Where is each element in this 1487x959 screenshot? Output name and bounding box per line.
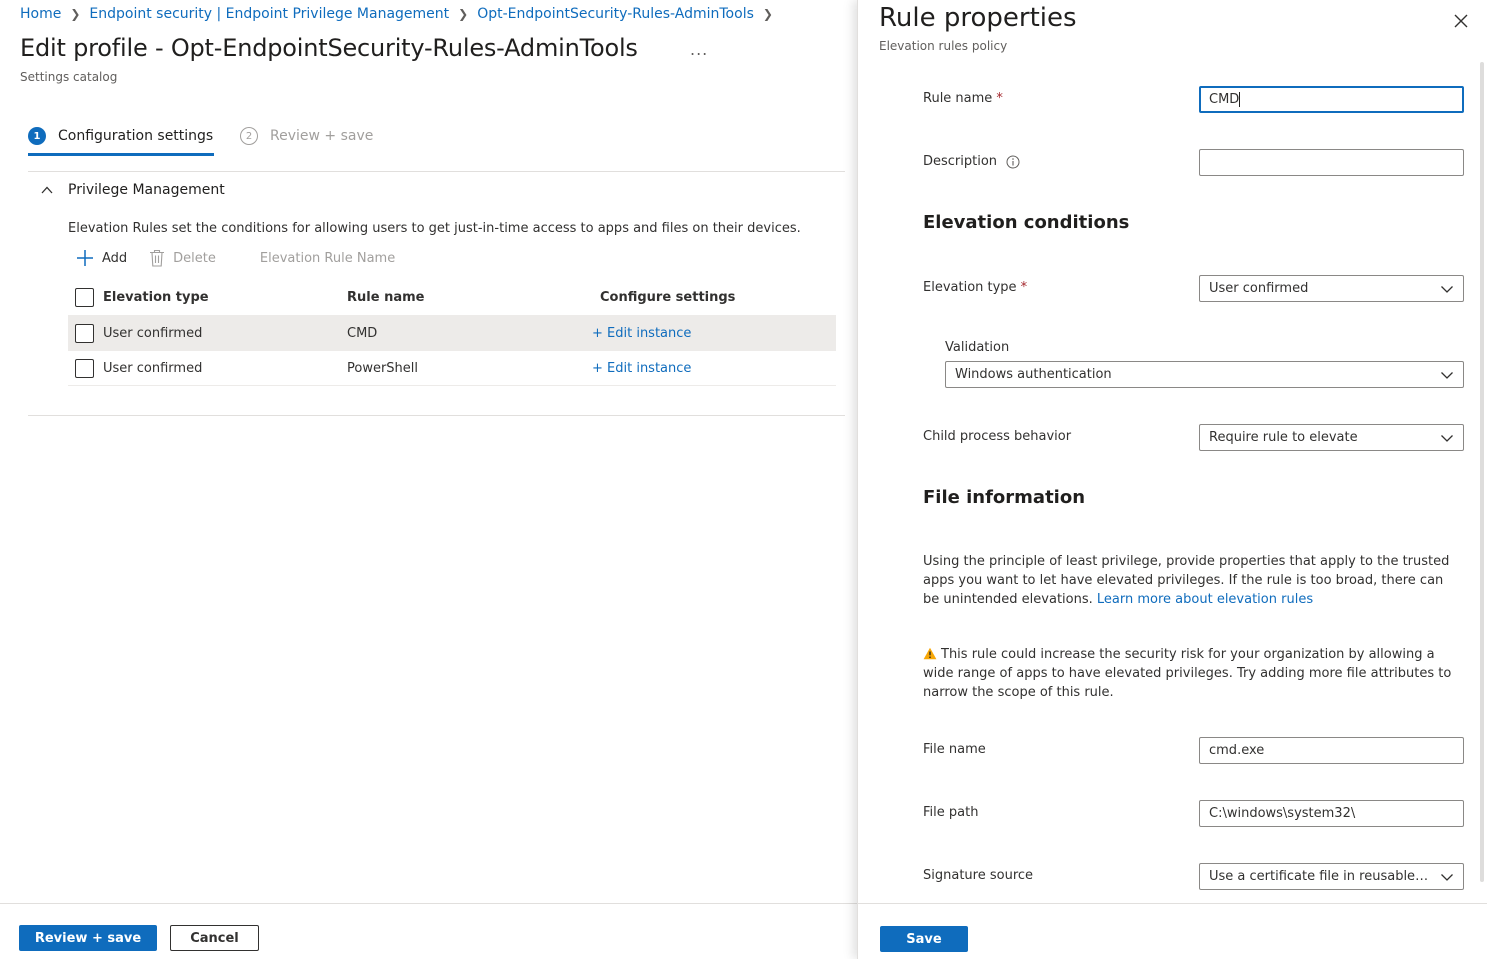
step-number-1: 1 xyxy=(28,127,46,145)
step-configuration-settings[interactable]: 1 Configuration settings xyxy=(28,127,213,145)
child-process-label: Child process behavior xyxy=(923,429,1072,444)
elevation-type-label-text: Elevation type xyxy=(923,280,1017,295)
breadcrumb-profile[interactable]: Opt-EndpointSecurity-Rules-AdminTools xyxy=(477,6,754,22)
rule-properties-panel: Rule properties Elevation rules policy R… xyxy=(857,0,1487,959)
column-header-rule-name[interactable]: Rule name xyxy=(347,290,424,305)
description-input[interactable] xyxy=(1199,149,1464,176)
rule-name-value: CMD xyxy=(1209,92,1240,107)
column-header-elevation-type[interactable]: Elevation type xyxy=(103,290,209,305)
warning-icon xyxy=(923,647,937,660)
elevation-rules-table: Elevation type Rule name Configure setti… xyxy=(68,280,836,386)
step-label: Configuration settings xyxy=(58,128,214,144)
rule-name-input[interactable]: CMD xyxy=(1199,86,1464,113)
signature-source-value: Use a certificate file in reusable s... xyxy=(1209,869,1432,884)
warning-message: This rule could increase the security ri… xyxy=(923,645,1458,702)
chevron-right-icon: ❯ xyxy=(70,7,81,21)
chevron-right-icon: ❯ xyxy=(762,7,773,21)
file-information-heading: File information xyxy=(923,487,1086,508)
elevation-type-value: User confirmed xyxy=(1209,281,1309,296)
elevation-type-dropdown[interactable]: User confirmed xyxy=(1199,275,1464,302)
search-input[interactable]: Elevation Rule Name xyxy=(260,251,395,266)
cell-rule-name: CMD xyxy=(347,325,378,341)
edit-instance-link[interactable]: + Edit instance xyxy=(592,361,691,376)
info-icon[interactable] xyxy=(1006,155,1020,169)
file-path-value: C:\windows\system32\ xyxy=(1209,806,1356,821)
validation-value: Windows authentication xyxy=(955,367,1112,382)
save-button[interactable]: Save xyxy=(880,926,968,952)
rule-name-label: Rule name * xyxy=(923,91,1003,106)
learn-more-link[interactable]: Learn more about elevation rules xyxy=(1097,592,1313,607)
more-options-button[interactable]: ... xyxy=(690,40,708,59)
panel-scrollbar[interactable] xyxy=(1480,62,1484,882)
breadcrumb-endpoint-security[interactable]: Endpoint security | Endpoint Privilege M… xyxy=(89,6,449,22)
elevation-conditions-heading: Elevation conditions xyxy=(923,212,1130,233)
cell-elevation-type: User confirmed xyxy=(103,325,203,341)
delete-label: Delete xyxy=(173,250,216,266)
edit-instance-link[interactable]: + Edit instance xyxy=(592,326,691,341)
validation-label: Validation xyxy=(945,340,1010,355)
warning-text: This rule could increase the security ri… xyxy=(923,647,1452,700)
breadcrumb: Home ❯ Endpoint security | Endpoint Priv… xyxy=(20,6,782,22)
panel-footer-divider xyxy=(858,903,1487,904)
table-row[interactable]: User confirmed CMD + Edit instance xyxy=(68,316,836,351)
delete-button[interactable]: Delete xyxy=(149,249,216,267)
file-information-text: Using the principle of least privilege, … xyxy=(923,552,1458,609)
chevron-up-icon xyxy=(41,186,53,194)
active-step-indicator xyxy=(28,153,214,156)
chevron-down-icon xyxy=(1441,873,1453,881)
chevron-down-icon xyxy=(1441,371,1453,379)
add-label: Add xyxy=(102,250,128,266)
add-button[interactable]: Add xyxy=(76,249,127,267)
file-name-label: File name xyxy=(923,742,986,757)
signature-source-label: Signature source xyxy=(923,868,1034,883)
child-process-dropdown[interactable]: Require rule to elevate xyxy=(1199,424,1464,451)
step-review-save[interactable]: 2 Review + save xyxy=(240,127,373,145)
cancel-button[interactable]: Cancel xyxy=(170,925,259,951)
chevron-down-icon xyxy=(1441,285,1453,293)
validation-dropdown[interactable]: Windows authentication xyxy=(945,361,1464,388)
section-description: Elevation Rules set the conditions for a… xyxy=(68,221,801,236)
file-name-value: cmd.exe xyxy=(1209,743,1265,758)
column-header-configure-settings: Configure settings xyxy=(600,290,736,305)
text-caret xyxy=(1239,92,1241,107)
plus-icon xyxy=(77,250,93,266)
rule-name-label-text: Rule name xyxy=(923,91,993,106)
child-process-value: Require rule to elevate xyxy=(1209,430,1358,445)
review-save-button[interactable]: Review + save xyxy=(19,925,157,951)
signature-source-dropdown[interactable]: Use a certificate file in reusable s... xyxy=(1199,863,1464,890)
file-name-input[interactable]: cmd.exe xyxy=(1199,737,1464,764)
elevation-type-label: Elevation type * xyxy=(923,280,1027,295)
file-path-input[interactable]: C:\windows\system32\ xyxy=(1199,800,1464,827)
step-label: Review + save xyxy=(270,128,374,144)
section-privilege-management[interactable]: Privilege Management xyxy=(40,182,225,198)
row-checkbox[interactable] xyxy=(75,323,94,343)
footer-divider xyxy=(0,903,857,904)
divider xyxy=(28,415,845,416)
toolbar: Add Delete Elevation Rule Name xyxy=(76,249,395,267)
required-indicator: * xyxy=(1020,280,1028,295)
section-title: Privilege Management xyxy=(68,182,225,198)
required-indicator: * xyxy=(996,91,1003,106)
chevron-right-icon: ❯ xyxy=(458,7,469,21)
panel-subtitle: Elevation rules policy xyxy=(879,39,1008,53)
cell-elevation-type: User confirmed xyxy=(103,360,203,376)
divider xyxy=(28,171,845,172)
cell-rule-name: PowerShell xyxy=(347,360,419,376)
breadcrumb-home[interactable]: Home xyxy=(20,6,61,22)
description-label: Description xyxy=(923,154,1020,169)
page-title: Edit profile - Opt-EndpointSecurity-Rule… xyxy=(20,34,638,62)
step-number-2: 2 xyxy=(240,127,258,145)
description-label-text: Description xyxy=(923,154,998,169)
row-checkbox[interactable] xyxy=(75,358,94,378)
close-icon[interactable] xyxy=(1452,12,1470,30)
table-row[interactable]: User confirmed PowerShell + Edit instanc… xyxy=(68,351,836,386)
panel-title: Rule properties xyxy=(879,3,1077,33)
file-path-label: File path xyxy=(923,805,979,820)
select-all-checkbox[interactable] xyxy=(75,288,94,307)
page-subtitle: Settings catalog xyxy=(20,70,118,84)
chevron-down-icon xyxy=(1441,434,1453,442)
table-header-row: Elevation type Rule name Configure setti… xyxy=(68,280,836,316)
trash-icon xyxy=(150,249,165,267)
